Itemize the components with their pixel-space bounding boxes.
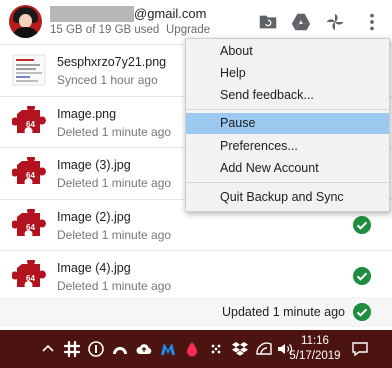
storage-usage: 15 GB of 19 GB used (50, 24, 160, 36)
chevron-up-icon[interactable] (39, 340, 57, 358)
taskbar-clock-time[interactable]: 11:16 (297, 335, 333, 347)
menu-item-pause[interactable]: Pause (186, 113, 389, 134)
file-name: 5esphxrzo7y21.png (57, 55, 167, 69)
wifi-icon[interactable] (255, 340, 273, 358)
list-item[interactable]: 64 Image (4).jpg Deleted 1 minute ago (0, 251, 392, 303)
onepassword-icon[interactable] (87, 340, 105, 358)
notifications-icon[interactable] (351, 340, 369, 358)
puzzle-64-thumbnail: 64 (12, 208, 46, 236)
puzzle-64-thumbnail: 64 (12, 105, 46, 133)
thumbnail-badge: 64 (26, 223, 35, 232)
sync-status-text: Updated 1 minute ago (221, 305, 345, 319)
folder-sync-icon[interactable] (257, 11, 279, 33)
drop-icon[interactable] (183, 340, 201, 358)
menu-divider (186, 109, 389, 110)
overflow-menu: About Help Send feedback... Pause Prefer… (185, 38, 390, 212)
check-circle-icon (353, 267, 371, 285)
more-vert-icon[interactable] (361, 11, 383, 33)
account-email: @gmail.com (134, 6, 207, 21)
file-name: Image (2).jpg (57, 209, 131, 224)
malwarebytes-icon[interactable] (159, 340, 177, 358)
file-status: Deleted 1 minute ago (57, 227, 172, 242)
file-status: Deleted 1 minute ago (57, 176, 172, 190)
thumbnail-badge: 64 (26, 120, 35, 129)
menu-divider (186, 182, 389, 183)
check-circle-icon (353, 303, 371, 321)
puzzle-64-thumbnail: 64 (12, 157, 46, 184)
avatar[interactable] (9, 5, 42, 38)
windows-taskbar: 11:16 5/17/2019 (0, 330, 392, 368)
menu-item-help[interactable]: Help (186, 63, 389, 84)
thumbnail-badge: 64 (26, 274, 35, 283)
upgrade-link[interactable]: Upgrade (166, 24, 210, 36)
dots-icon[interactable] (207, 340, 225, 358)
slack-icon[interactable] (63, 340, 81, 358)
file-status: Deleted 1 minute ago (57, 124, 172, 139)
file-status: Synced 1 hour ago (57, 73, 158, 87)
screenshot-thumbnail (12, 54, 46, 86)
menu-item-add-account[interactable]: Add New Account (186, 158, 389, 179)
check-circle-icon (353, 215, 371, 234)
sync-status-bar: Updated 1 minute ago (0, 297, 392, 327)
thumbnail-badge: 64 (26, 171, 35, 180)
file-status: Deleted 1 minute ago (57, 279, 172, 293)
menu-item-send-feedback[interactable]: Send feedback... (186, 85, 389, 106)
file-name: Image.png (57, 106, 117, 121)
google-photos-icon[interactable] (324, 11, 346, 33)
menu-item-quit[interactable]: Quit Backup and Sync (186, 187, 389, 208)
taskbar-clock-date[interactable]: 5/17/2019 (283, 350, 347, 362)
backup-sync-cloud-icon[interactable] (135, 340, 153, 358)
chrome-remote-icon[interactable] (111, 340, 129, 358)
email-redaction (50, 6, 134, 22)
google-drive-icon[interactable] (290, 11, 312, 33)
file-name: Image (3).jpg (57, 158, 131, 172)
dropbox-icon[interactable] (231, 340, 249, 358)
puzzle-64-thumbnail: 64 (12, 260, 46, 287)
menu-item-preferences[interactable]: Preferences... (186, 136, 389, 157)
file-name: Image (4).jpg (57, 261, 131, 275)
menu-item-about[interactable]: About (186, 41, 389, 62)
